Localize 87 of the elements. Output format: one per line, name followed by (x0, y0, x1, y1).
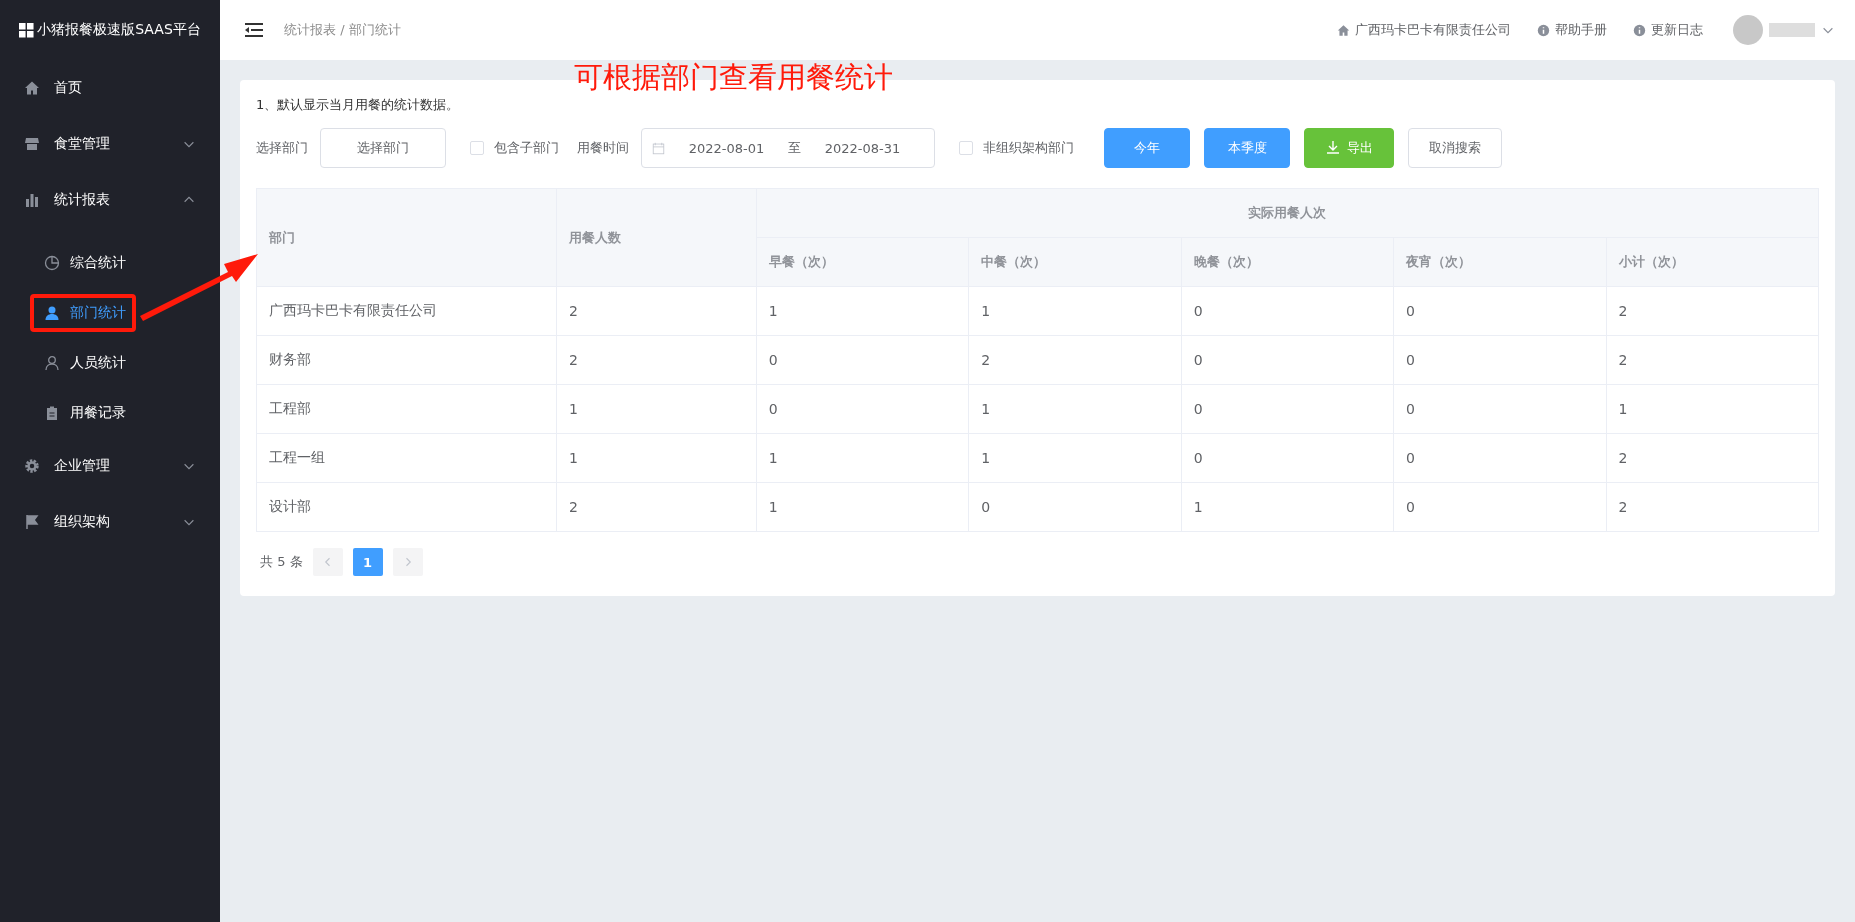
column-header: 实际用餐人次 (756, 188, 1819, 238)
table-cell: 0 (1393, 335, 1606, 385)
table-cell: 0 (756, 384, 969, 434)
table-cell: 1 (756, 286, 969, 336)
date-range-field[interactable]: 2022-08-01 至 2022-08-31 (641, 128, 935, 168)
table-cell: 广西玛卡巴卡有限责任公司 (256, 286, 557, 336)
flag-icon (24, 514, 40, 530)
table-cell: 0 (1181, 384, 1394, 434)
table-cell: 0 (1393, 286, 1606, 336)
table-cell: 0 (1181, 335, 1394, 385)
bar-chart-icon (24, 192, 40, 208)
table-cell: 2 (1606, 433, 1819, 483)
table-cell: 0 (756, 335, 969, 385)
table-cell: 2 (1606, 286, 1819, 336)
app-title: 小猪报餐极速版SAAS平台 (37, 21, 201, 39)
table-cell: 2 (556, 482, 757, 532)
home-icon (1337, 23, 1350, 37)
filter-label: 用餐时间 (577, 139, 629, 157)
table-cell: 工程部 (256, 384, 557, 434)
action-button[interactable]: 取消搜索 (1408, 128, 1502, 168)
total-count: 共 5 条 (260, 553, 303, 571)
menu-item[interactable]: 企业管理 (0, 438, 220, 494)
download-icon (1325, 140, 1341, 156)
annotation-text: 可根据部门查看用餐统计 (574, 59, 893, 96)
table-cell: 0 (1181, 286, 1394, 336)
breadcrumb: 统计报表 / 部门统计 (284, 21, 402, 39)
table-cell: 0 (1393, 482, 1606, 532)
prev-page-button[interactable] (312, 548, 343, 576)
table-cell: 2 (1606, 335, 1819, 385)
table-cell: 1 (968, 286, 1182, 336)
table-cell: 1 (1181, 482, 1394, 532)
info-icon (1633, 23, 1646, 37)
table-cell: 0 (1393, 384, 1606, 434)
table-cell: 1 (556, 433, 757, 483)
table-cell: 2 (556, 335, 757, 385)
table-cell: 设计部 (256, 482, 557, 532)
table-cell: 财务部 (256, 335, 557, 385)
checkbox[interactable]: 包含子部门 (470, 139, 559, 157)
column-header: 部门 (256, 188, 557, 287)
column-header: 早餐（次） (756, 237, 969, 287)
header-link[interactable]: 广西玛卡巴卡有限责任公司 (1337, 21, 1511, 39)
column-header: 小计（次） (1606, 237, 1819, 287)
table-cell: 0 (968, 482, 1182, 532)
calendar-icon (652, 141, 665, 155)
department-select-button[interactable]: 选择部门 (320, 128, 446, 168)
user-icon (44, 305, 60, 321)
column-header: 夜宵（次） (1393, 237, 1606, 287)
column-header: 晚餐（次） (1181, 237, 1394, 287)
notice-text: 1、默认显示当月用餐的统计数据。 (256, 96, 461, 114)
table-cell: 0 (1181, 433, 1394, 483)
table-cell: 1 (556, 384, 757, 434)
table-cell: 1 (1606, 384, 1819, 434)
menu-item[interactable]: 食堂管理 (0, 116, 220, 172)
next-page-button[interactable] (392, 548, 423, 576)
table-cell: 1 (968, 384, 1182, 434)
settings-icon (24, 458, 40, 474)
avatar[interactable] (1733, 15, 1763, 45)
table-cell: 1 (968, 433, 1182, 483)
header-link[interactable]: 帮助手册 (1537, 21, 1607, 39)
table-cell: 2 (1606, 482, 1819, 532)
header-link[interactable]: 更新日志 (1633, 21, 1703, 39)
submenu-item[interactable]: 用餐记录 (30, 394, 136, 432)
store-icon (24, 136, 40, 152)
menu-icon (244, 22, 264, 38)
table-cell: 1 (756, 482, 969, 532)
table-cell: 工程一组 (256, 433, 557, 483)
menu-item[interactable]: 统计报表 (0, 172, 220, 228)
column-header: 中餐（次） (968, 237, 1182, 287)
clipboard-icon (44, 405, 60, 421)
table-cell: 1 (756, 433, 969, 483)
home-icon (24, 80, 40, 96)
table-cell: 2 (556, 286, 757, 336)
grid-logo-icon (19, 22, 35, 38)
blurred-username (1769, 23, 1815, 37)
pie-chart-icon (44, 255, 60, 271)
user-outline-icon (44, 355, 60, 371)
menu-item[interactable]: 组织架构 (0, 494, 220, 550)
filter-label: 选择部门 (256, 139, 308, 157)
info-icon (1537, 23, 1550, 37)
column-header: 用餐人数 (556, 188, 757, 287)
table-cell: 2 (968, 335, 1182, 385)
submenu-item[interactable]: 人员统计 (30, 344, 136, 382)
menu-item[interactable]: 首页 (0, 60, 220, 116)
submenu-item[interactable]: 部门统计 (30, 294, 136, 332)
submenu-item[interactable]: 综合统计 (30, 244, 136, 282)
checkbox[interactable]: 非组织架构部门 (959, 139, 1074, 157)
table-cell: 0 (1393, 433, 1606, 483)
